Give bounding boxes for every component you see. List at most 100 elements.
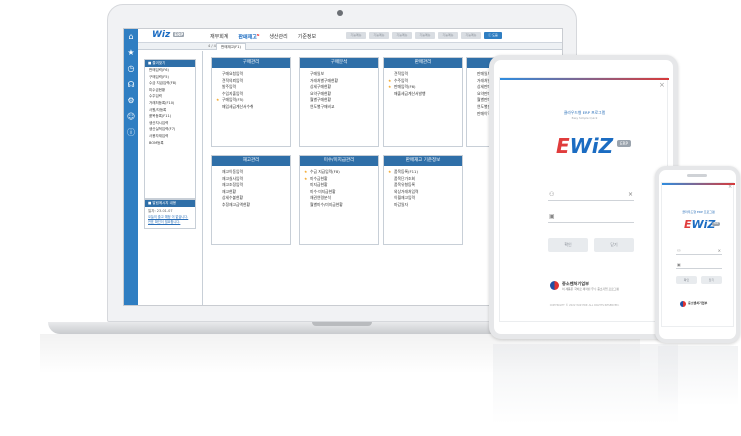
clear-icon[interactable]: ×: [628, 191, 633, 198]
laptop-notch: [312, 322, 372, 326]
top-function-button[interactable]: 기능메뉴: [392, 32, 412, 39]
phone-reflection: [658, 346, 738, 406]
menu-card-item[interactable]: 상세수불현황: [212, 195, 290, 202]
menu-card: 구매분석 구매일보 거래처별구매현황 상세구매현황 요약구매현황 월별구매현황 연도별구매비…: [299, 57, 379, 147]
menu-card-item[interactable]: 미지급현황: [300, 182, 378, 189]
menu-card-item[interactable]: 견적입력: [384, 71, 462, 78]
phone-id-field[interactable]: ⚇ ×: [676, 248, 722, 255]
favorite-item[interactable]: 구매입력(F5): [145, 74, 195, 81]
menu-card-item-starred[interactable]: 미수금현황: [300, 176, 378, 183]
phone-logo: EWiZ: [684, 218, 715, 231]
menu-item-production[interactable]: 생산관리: [269, 33, 287, 41]
menu-card-item[interactable]: 상세구매현황: [300, 84, 378, 91]
gear-icon[interactable]: ⚙: [124, 93, 138, 109]
phone-confirm-button[interactable]: 확인: [676, 276, 697, 284]
favorite-item[interactable]: BOM등록: [145, 140, 195, 147]
notice-title: ■ 알림메시지 내용: [145, 200, 195, 207]
confirm-button[interactable]: 확인: [548, 238, 588, 252]
favorite-item[interactable]: 생산실적입력(F7): [145, 126, 195, 133]
favorite-item[interactable]: 생산지시입력: [145, 120, 195, 127]
menu-card-item[interactable]: 수입지출입력: [212, 91, 290, 98]
menu-card-item[interactable]: 외상거래처입력: [384, 189, 462, 196]
menu-card-item[interactable]: 구매요청입력: [212, 71, 290, 78]
clock-icon[interactable]: ◷: [124, 61, 138, 77]
headset-icon[interactable]: ☊: [124, 77, 138, 93]
menu-card-item[interactable]: 재고현황: [212, 189, 290, 196]
menu-card-item[interactable]: 이월재고입력: [384, 195, 462, 202]
menu-card-item-starred[interactable]: 구매입력(F5): [212, 97, 290, 104]
menu-card-list: 구매일보 거래처별구매현황 상세구매현황 요약구매현황 월별구매현황 연도별구매비교: [300, 68, 378, 111]
user-icon: ⚇: [677, 248, 681, 253]
menu-card-title: 판매재고 기준정보: [384, 156, 462, 166]
menu-card-item[interactable]: 재고이동입력: [212, 169, 290, 176]
menu-card-item[interactable]: 월별미수/미지급현황: [300, 202, 378, 209]
menu-card-item[interactable]: 마감일자: [384, 202, 462, 209]
phone-erp-tag: ERP: [712, 222, 720, 226]
menu-card-item-starred[interactable]: 품목등록(F11): [384, 169, 462, 176]
menu-card-item[interactable]: 거래처별구매현황: [300, 78, 378, 85]
menu-item-base-info[interactable]: 기준정보: [298, 33, 316, 41]
password-field[interactable]: ▣: [548, 213, 634, 223]
tab-pager[interactable]: 4 / 4: [208, 44, 216, 48]
phone-close-button[interactable]: 닫기: [701, 276, 722, 284]
menu-card-item-starred[interactable]: 판매입력(F6): [384, 84, 462, 91]
tablet-device: × 클라우드형 ERP 프로그램 Easy Simple Quick EWiZ …: [489, 55, 678, 339]
menu-item-sales-inventory[interactable]: 판매재고N: [238, 33, 259, 41]
menu-card-item[interactable]: 매출세금계산서발행: [384, 91, 462, 98]
favorite-item[interactable]: 거래처등록(F10): [145, 100, 195, 107]
close-icon[interactable]: ×: [728, 184, 732, 190]
app-logo[interactable]: Wiz ERP: [152, 30, 185, 40]
tablet-erp-tag: ERP: [617, 140, 631, 147]
id-field[interactable]: ⚇ ×: [548, 191, 634, 201]
clear-icon[interactable]: ×: [718, 248, 721, 253]
menu-card-item[interactable]: 견적의뢰입력: [212, 78, 290, 85]
favorite-item[interactable]: 사용자재입력: [145, 133, 195, 140]
menu-card-item[interactable]: 매입세금계산서수취: [212, 104, 290, 111]
menu-card-item[interactable]: 요약구매현황: [300, 91, 378, 98]
favorite-item[interactable]: 품목등록(F11): [145, 113, 195, 120]
menu-card-item[interactable]: 구매일보: [300, 71, 378, 78]
lock-icon: ▣: [549, 213, 555, 220]
menu-card-item-starred[interactable]: 수주입력: [384, 78, 462, 85]
star-icon[interactable]: ★: [124, 45, 138, 61]
phone-login-screen: × 클라우드형 ERP 프로그램 EWiZ ERP ⚇ × ▣ 확인 닫기 중소…: [661, 182, 735, 327]
favorite-item[interactable]: 판매입력(F6): [145, 67, 195, 74]
home-icon[interactable]: ⌂: [124, 29, 138, 45]
menu-card-title: 구매분석: [300, 58, 378, 68]
menu-card-item[interactable]: 채권연령분석: [300, 195, 378, 202]
help-button[interactable]: ⓘ 도움: [484, 32, 502, 39]
close-icon[interactable]: ×: [659, 81, 665, 89]
users-icon[interactable]: ☺: [124, 109, 138, 125]
menu-card-item[interactable]: 발주입력: [212, 84, 290, 91]
top-function-button[interactable]: 기능메뉴: [415, 32, 435, 39]
top-function-button[interactable]: 기능메뉴: [346, 32, 366, 39]
menu-card-item[interactable]: 월별구매현황: [300, 97, 378, 104]
menu-card-item[interactable]: 추정재고금액현황: [212, 202, 290, 209]
top-function-button[interactable]: 기능메뉴: [369, 32, 389, 39]
menu-card-list: 수금 지급입력(F8)미수금현황미지급현황미수·미지급현황채권연령분석월별미수/…: [300, 166, 378, 209]
top-function-button[interactable]: 기능메뉴: [461, 32, 481, 39]
close-button[interactable]: 닫기: [594, 238, 634, 252]
new-badge: N: [256, 33, 260, 37]
phone-device: × 클라우드형 ERP 프로그램 EWiZ ERP ⚇ × ▣ 확인 닫기 중소…: [655, 166, 740, 343]
favorite-item[interactable]: 미수금현황: [145, 87, 195, 94]
info-icon[interactable]: ⓘ: [124, 125, 138, 141]
menu-item-accounting[interactable]: 재무회계: [210, 33, 228, 41]
notice-link[interactable]: 오늘의 출고 예정 이 없습니다. 전표 확인이 필요합니다.: [145, 214, 195, 225]
menu-card-item-starred[interactable]: 수금 지급입력(F8): [300, 169, 378, 176]
favorite-item[interactable]: 수금 지급입력(F8): [145, 80, 195, 87]
menu-card-item[interactable]: 미수·미지급현황: [300, 189, 378, 196]
favorite-item[interactable]: 수주입력: [145, 93, 195, 100]
menu-card-item[interactable]: 연도별구매비교: [300, 104, 378, 111]
menu-card-item[interactable]: 품목단가조회: [384, 176, 462, 183]
top-function-button[interactable]: 기능메뉴: [438, 32, 458, 39]
menu-card-list: 구매요청입력견적의뢰입력발주입력수입지출입력구매입력(F5)매입세금계산서수취: [212, 68, 290, 111]
favorite-item[interactable]: 사원/자등록: [145, 107, 195, 114]
menu-card-item[interactable]: 품목유형등록: [384, 182, 462, 189]
tab-sales-inventory[interactable]: 판매재고(F1): [216, 43, 246, 50]
menu-card-item[interactable]: 재고조정입력: [212, 182, 290, 189]
menu-card-item[interactable]: 재고실사입력: [212, 176, 290, 183]
phone-password-field[interactable]: ▣: [676, 262, 722, 269]
tablet-copyright: COPYRIGHT © 2022 WIZ ERP. ALL RIGHTS RES…: [549, 304, 620, 307]
phone-tagline: 클라우드형 ERP 프로그램: [682, 210, 715, 214]
